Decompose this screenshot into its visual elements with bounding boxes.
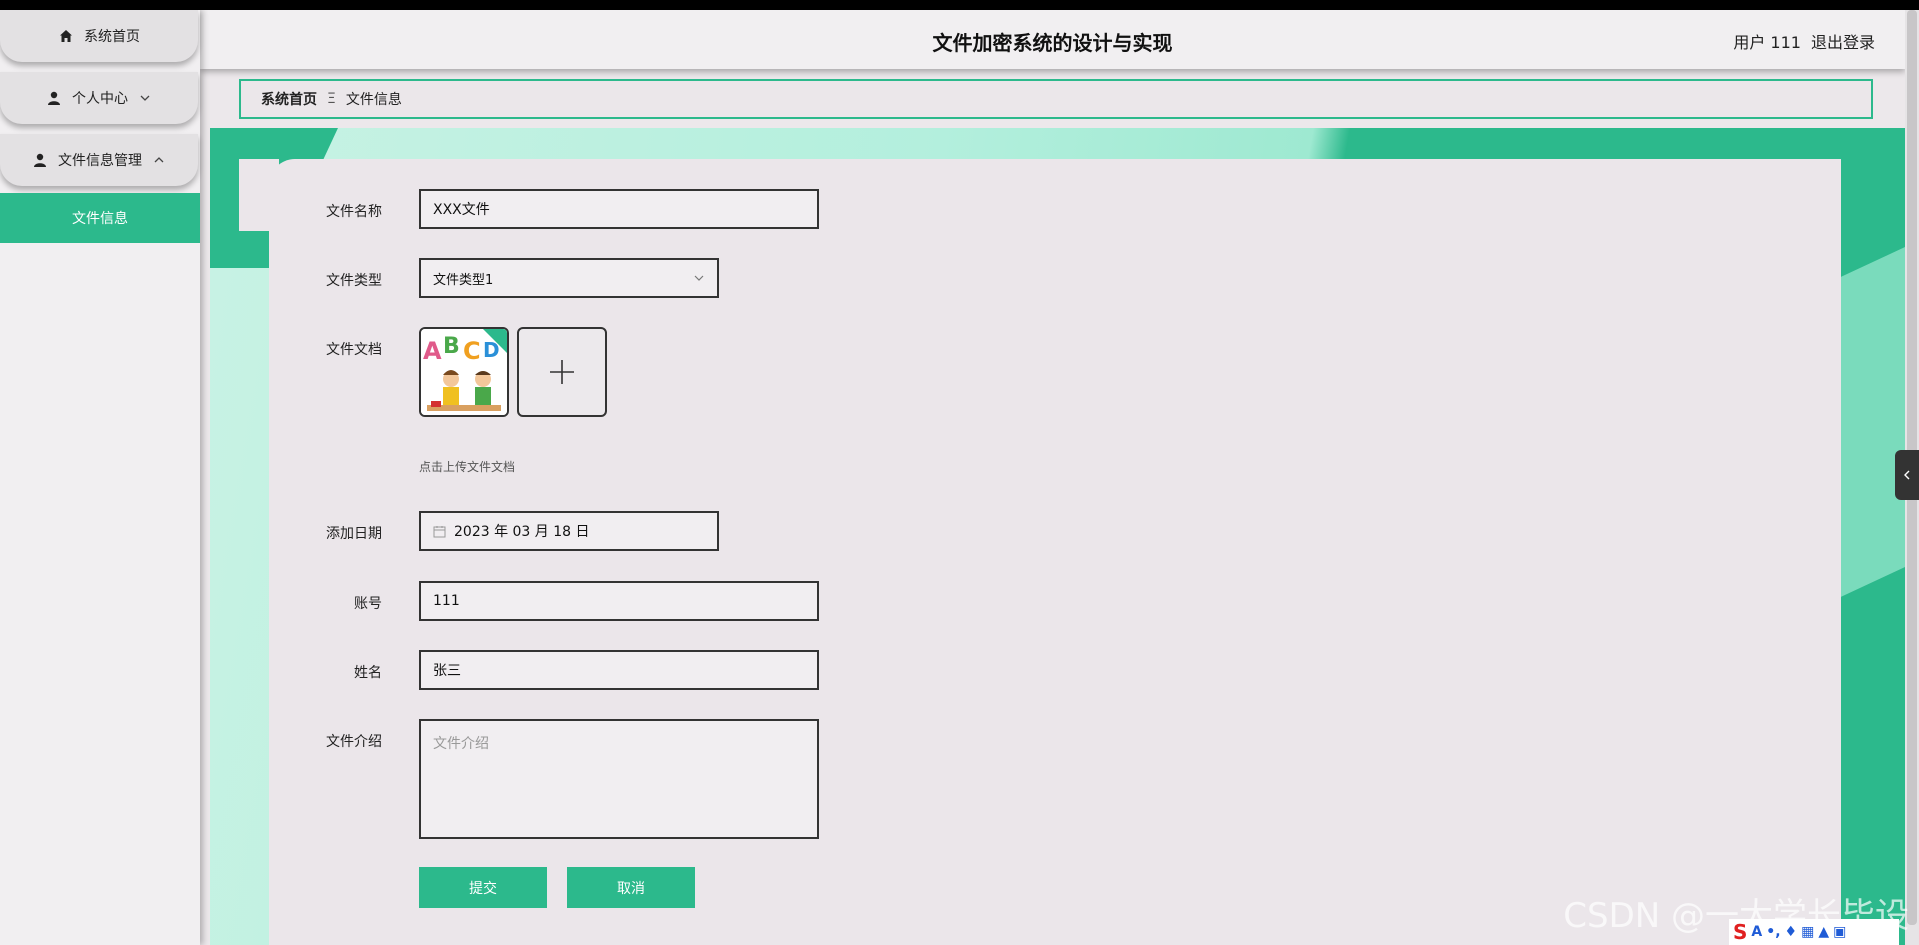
svg-text:C: C <box>463 337 481 365</box>
chevron-up-icon <box>152 153 166 167</box>
abc-kids-image: A B C D <box>421 329 507 415</box>
app-viewport: 系统首页 个人中心 文件信息管理 文件信息 文件加密系统的设计与实现 用户 11… <box>0 10 1919 945</box>
ime-grid-icon: ▣ <box>1833 924 1847 940</box>
sidebar-subitem-file-info[interactable]: 文件信息 <box>0 193 200 243</box>
add-date-label: 添加日期 <box>326 526 382 542</box>
svg-text:B: B <box>443 334 460 359</box>
sogou-logo-icon: S <box>1733 920 1748 944</box>
file-name-input[interactable]: XXX文件 <box>419 189 819 229</box>
side-panel-handle[interactable] <box>1895 450 1919 500</box>
home-icon <box>58 28 74 44</box>
account-input[interactable]: 111 <box>419 581 819 621</box>
username-label: 用户 111 <box>1733 33 1801 52</box>
upload-add-button[interactable] <box>517 327 607 417</box>
chevron-down-icon <box>138 91 152 105</box>
file-type-select[interactable]: 文件类型1 <box>419 258 719 298</box>
top-header: 文件加密系统的设计与实现 用户 111 退出登录 <box>200 10 1905 69</box>
ime-toolbar[interactable]: S A •, ♦ ▦ ▲ ▣ <box>1729 919 1899 945</box>
svg-text:A: A <box>423 337 442 365</box>
sidebar-item-label: 系统首页 <box>84 29 140 45</box>
sidebar-item-profile[interactable]: 个人中心 <box>0 72 198 124</box>
chevron-left-icon <box>1904 470 1910 480</box>
submit-button[interactable]: 提交 <box>419 867 547 908</box>
sidebar-item-file-management[interactable]: 文件信息管理 <box>0 134 198 186</box>
user-area: 用户 111 退出登录 <box>1733 29 1875 53</box>
add-date-picker[interactable]: 2023 年 03 月 18 日 <box>419 511 719 551</box>
page-title: 文件加密系统的设计与实现 <box>932 31 1173 55</box>
name-input[interactable]: 张三 <box>419 650 819 690</box>
ime-a-icon: A <box>1751 924 1763 940</box>
intro-textarea[interactable] <box>419 719 819 839</box>
file-type-label: 文件类型 <box>326 273 382 289</box>
logout-link[interactable]: 退出登录 <box>1811 29 1875 53</box>
sidebar-item-label: 个人中心 <box>72 91 128 107</box>
svg-text:D: D <box>483 338 500 362</box>
chevron-down-icon <box>693 272 707 286</box>
sidebar: 系统首页 个人中心 文件信息管理 文件信息 <box>0 10 200 945</box>
sidebar-item-label: 文件信息管理 <box>58 153 142 169</box>
calendar-icon <box>433 525 446 538</box>
user-icon <box>46 90 62 106</box>
ime-skin-icon: ▲ <box>1818 924 1830 940</box>
upload-hint: 点击上传文件文档 <box>419 460 516 474</box>
user-icon <box>32 152 48 168</box>
breadcrumb-separator: Ξ <box>327 91 336 107</box>
name-label: 姓名 <box>354 665 382 681</box>
intro-label: 文件介绍 <box>326 734 382 750</box>
breadcrumb: 系统首页 Ξ 文件信息 <box>239 79 1873 119</box>
cancel-button[interactable]: 取消 <box>567 867 695 908</box>
file-doc-label: 文件文档 <box>326 342 382 358</box>
ime-mic-icon: ♦ <box>1784 924 1798 940</box>
breadcrumb-home[interactable]: 系统首页 <box>261 89 317 109</box>
ime-punct-icon: •, <box>1766 924 1781 940</box>
add-date-value: 2023 年 03 月 18 日 <box>454 524 590 540</box>
breadcrumb-current: 文件信息 <box>345 92 402 108</box>
file-name-label: 文件名称 <box>326 204 382 220</box>
ime-keyboard-icon: ▦ <box>1801 924 1815 940</box>
uploaded-document-thumbnail[interactable]: A B C D <box>419 327 509 417</box>
plus-icon <box>550 360 574 384</box>
account-label: 账号 <box>354 596 382 612</box>
sidebar-item-home[interactable]: 系统首页 <box>0 10 198 62</box>
file-type-value: 文件类型1 <box>433 272 494 288</box>
